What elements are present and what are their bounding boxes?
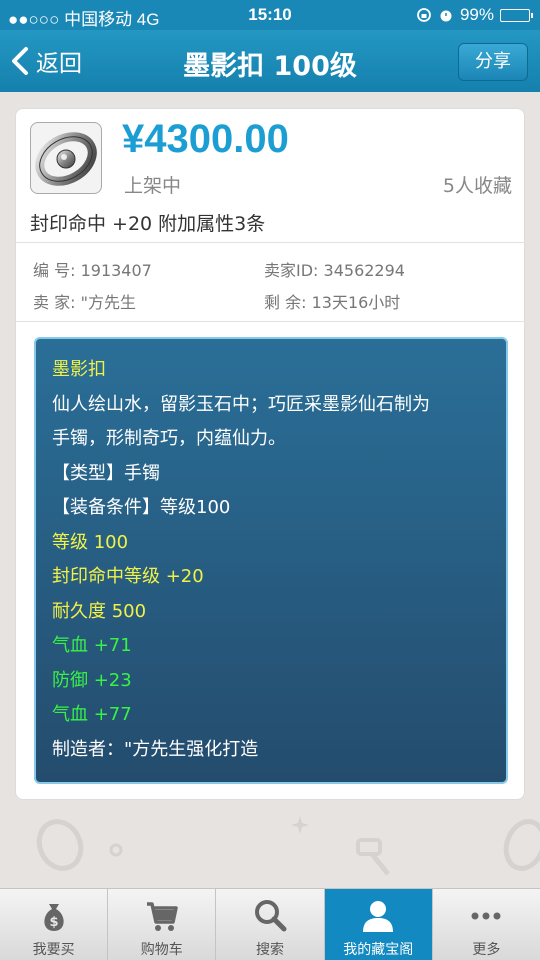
battery-percent: 99%	[459, 5, 494, 24]
status-bar: ●●○○○ 中国移动 4G 15:10 99%	[0, 0, 540, 30]
tab-label: 购物车	[140, 942, 183, 958]
item-name: 墨影扣	[52, 359, 106, 380]
item-bonus-defense: 防御 +23	[52, 669, 132, 691]
item-seal-hit: 封印命中等级 +20	[52, 566, 204, 587]
favorite-count[interactable]: 5人收藏	[443, 171, 512, 198]
dot-decoration-icon	[109, 843, 123, 857]
item-price: ¥4300.00	[122, 117, 289, 161]
cart-icon	[146, 902, 178, 931]
item-thumbnail[interactable]	[30, 122, 102, 194]
user-icon	[363, 901, 394, 932]
seller-id-label: 卖家ID:	[264, 261, 319, 280]
tab-label: 更多	[472, 942, 501, 958]
seller-name-value: "方先生	[80, 293, 136, 312]
search-icon	[255, 900, 287, 932]
tab-buy-icon-wrap: $	[0, 897, 107, 935]
item-lore-line: 手镯，形制奇巧，内蕴仙力。	[52, 428, 286, 449]
navigation-bar: 返回 墨影扣 100级 分享	[0, 30, 540, 92]
item-id-label: 编 号:	[33, 261, 76, 280]
seller-name-label: 卖 家:	[33, 293, 76, 312]
tab-more[interactable]: 更多	[433, 889, 540, 960]
tab-search[interactable]: 搜索	[216, 889, 325, 960]
item-id: 编 号: 1913407	[33, 257, 152, 281]
tab-my-treasure-icon-wrap	[325, 897, 432, 935]
seller-id-value: 34562294	[323, 261, 405, 280]
item-summary: 封印命中 +20 附加属性3条	[30, 213, 266, 235]
sparkle-decoration-icon	[291, 816, 309, 834]
tab-cart[interactable]: 购物车	[108, 889, 217, 960]
item-bonus-hp: 气血 +71	[52, 635, 132, 656]
item-id-value: 1913407	[80, 261, 152, 280]
item-level: 等级 100	[52, 531, 129, 553]
svg-text:$: $	[49, 915, 58, 930]
tab-label: 我的藏宝阁	[343, 942, 414, 958]
hammer-decoration-icon	[356, 838, 390, 876]
tab-cart-icon-wrap	[108, 897, 215, 935]
status-right-group: 99%	[416, 5, 533, 25]
item-lore-line: 仙人绘山水，留影玉石中；巧匠采墨影仙石制为	[52, 393, 430, 415]
bracelet-icon	[35, 132, 97, 186]
bean-decoration-icon	[36, 819, 84, 871]
tab-search-icon-wrap	[216, 897, 323, 935]
item-durability: 耐久度 500	[52, 600, 147, 622]
item-card: ¥4300.00 上架中 5人收藏 封印命中 +20 附加属性3条 编 号: 1…	[15, 108, 526, 800]
tab-label: 我要买	[32, 942, 75, 958]
bottom-tab-bar: $ 我要买 购物车 搜索 我的藏宝阁 更多	[0, 888, 540, 960]
tab-label: 搜索	[256, 942, 284, 958]
divider	[16, 321, 526, 322]
share-button[interactable]: 分享	[458, 43, 528, 81]
divider	[16, 242, 526, 243]
time-remaining-value: 13天16小时	[311, 293, 401, 312]
tab-my-treasure[interactable]: 我的藏宝阁	[324, 889, 433, 960]
seller-id: 卖家ID: 34562294	[264, 257, 405, 281]
time-remaining-label: 剩 余:	[264, 293, 307, 312]
item-bonus-hp: 气血 +77	[52, 704, 132, 725]
alarm-icon	[440, 10, 452, 22]
item-maker: 制造者："方先生强化打造	[52, 738, 259, 760]
tab-buy[interactable]: $ 我要买	[0, 889, 109, 960]
time-remaining: 剩 余: 13天16小时	[264, 289, 400, 313]
more-icon	[471, 912, 501, 920]
battery-icon	[500, 8, 533, 22]
item-description-box: 墨影扣 仙人绘山水，留影玉石中；巧匠采墨影仙石制为 手镯，形制奇巧，内蕴仙力。 …	[34, 337, 508, 784]
seller-name: 卖 家: "方先生	[33, 289, 136, 313]
item-type: 【类型】手镯	[52, 462, 160, 484]
item-requirement: 【装备条件】等级100	[52, 497, 231, 518]
rotation-lock-icon	[417, 8, 431, 22]
tab-more-icon-wrap	[433, 897, 540, 935]
bean-decoration-icon	[503, 819, 540, 871]
listing-status: 上架中	[124, 175, 182, 197]
money-bag-icon: $	[43, 904, 64, 931]
